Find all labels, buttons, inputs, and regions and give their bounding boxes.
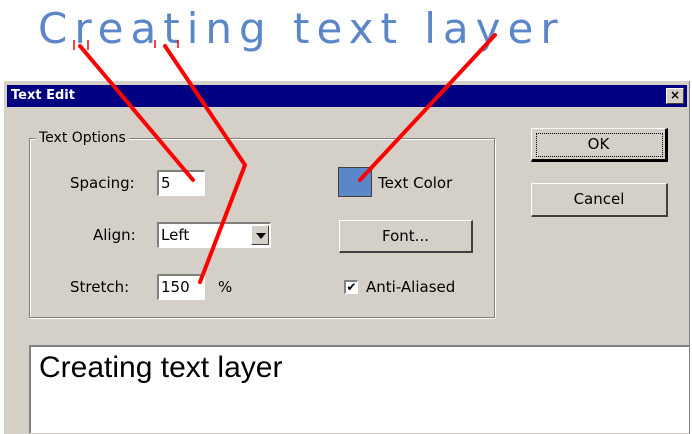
banner-title: Creating text layer — [38, 4, 565, 53]
font-button[interactable]: Font... — [339, 220, 473, 253]
spacing-input[interactable]: 5 — [157, 170, 205, 196]
anti-aliased-checkbox[interactable]: ✔ — [344, 280, 358, 294]
chevron-down-icon[interactable] — [251, 225, 269, 245]
text-options-legend: Text Options — [36, 130, 129, 146]
dialog-titlebar[interactable]: Text Edit × — [7, 85, 687, 107]
align-select[interactable]: Left — [157, 222, 271, 248]
align-select-value: Left — [161, 226, 190, 244]
cancel-button[interactable]: Cancel — [531, 183, 668, 217]
text-content: Creating text layer — [39, 351, 283, 384]
ok-button[interactable]: OK — [531, 128, 668, 162]
stretch-label: Stretch: — [70, 278, 130, 296]
align-label: Align: — [93, 226, 136, 244]
text-content-area[interactable]: Creating text layer — [29, 345, 689, 433]
stretch-unit: % — [218, 278, 233, 296]
stretch-input[interactable]: 150 — [157, 274, 205, 300]
dialog-title: Text Edit — [11, 88, 75, 103]
anti-aliased-label: Anti-Aliased — [366, 278, 456, 296]
text-color-label: Text Color — [378, 174, 453, 192]
close-icon[interactable]: × — [666, 88, 684, 104]
text-color-swatch[interactable] — [338, 167, 372, 197]
spacing-label: Spacing: — [70, 174, 135, 192]
